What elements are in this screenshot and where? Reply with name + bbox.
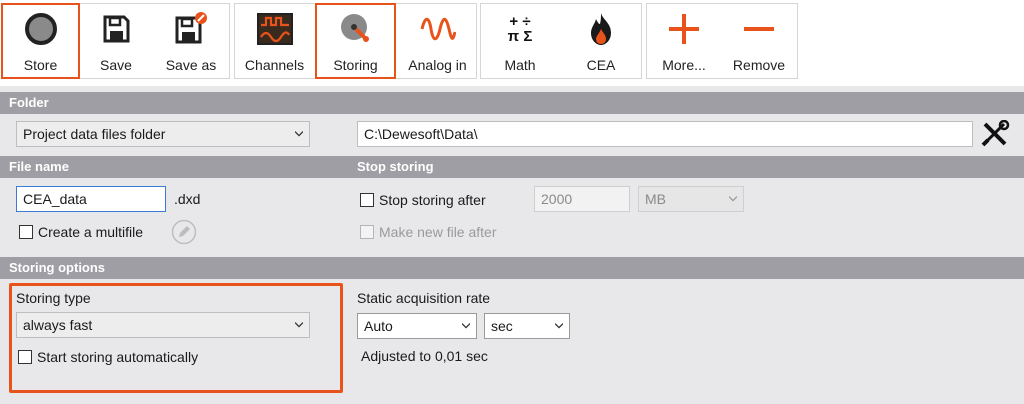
math-glyphs-bottom: π Σ: [507, 28, 533, 45]
storing-type-select[interactable]: always fast: [16, 312, 310, 338]
floppy-disk-icon: [96, 9, 136, 49]
folder-header-label: Folder: [9, 95, 49, 110]
channels-button[interactable]: Channels: [236, 3, 313, 79]
auto-start-label: Start storing automatically: [37, 349, 199, 365]
edit-pencil-icon[interactable]: [171, 219, 197, 245]
storing-options-section-header: Storing options: [0, 257, 1024, 279]
file-name-value: CEA_data: [23, 191, 87, 207]
storing-options-header-label: Storing options: [9, 260, 106, 275]
more-button[interactable]: More...: [648, 3, 720, 79]
record-icon: [21, 9, 61, 49]
stop-storing-after-checkbox[interactable]: [360, 193, 374, 207]
save-as-label: Save as: [165, 57, 217, 73]
ribbon-toolbar: Store Save Save as Channels Storing Anal…: [0, 0, 1024, 86]
folder-section-header: Folder: [0, 92, 1024, 114]
acquisition-rate-label: Static acquisition rate: [357, 290, 491, 306]
storing-label: Storing: [333, 57, 378, 73]
sine-wave-icon: [418, 9, 458, 49]
file-name-header-label: File name: [9, 159, 69, 174]
channels-icon: [255, 9, 295, 49]
acquisition-rate-value: Auto: [364, 318, 393, 334]
minus-icon: [739, 9, 779, 49]
remove-label: Remove: [732, 57, 786, 73]
folder-path-input[interactable]: C:\Dewesoft\Data\: [357, 121, 973, 147]
storing-type-label: Storing type: [16, 290, 91, 306]
remove-button[interactable]: Remove: [722, 3, 796, 79]
flame-icon: [581, 9, 621, 49]
channels-label: Channels: [244, 57, 305, 73]
stop-unit-select[interactable]: MB: [638, 186, 744, 212]
chevron-down-icon: [295, 131, 303, 137]
make-new-file-checkbox[interactable]: [360, 225, 374, 239]
save-as-icon: [171, 9, 211, 49]
store-button[interactable]: Store: [1, 3, 80, 79]
math-icon: + ÷ π Σ: [500, 9, 540, 49]
analog-in-label: Analog in: [408, 57, 467, 73]
save-button[interactable]: Save: [80, 3, 152, 79]
disk-storage-icon: [336, 9, 376, 49]
folder-section: Project data files folder C:\Dewesoft\Da…: [0, 114, 1024, 156]
storing-type-value: always fast: [23, 317, 93, 333]
cea-label: CEA: [586, 57, 616, 73]
cea-button[interactable]: CEA: [562, 3, 640, 79]
folder-location-value: Project data files folder: [23, 126, 166, 142]
storing-options-section: Storing type always fast Start storing a…: [0, 279, 1024, 404]
acquisition-unit-value: sec: [491, 318, 513, 334]
save-as-button[interactable]: Save as: [152, 3, 230, 79]
folder-path-value: C:\Dewesoft\Data\: [364, 126, 478, 142]
more-label: More...: [662, 57, 706, 73]
analog-in-button[interactable]: Analog in: [398, 3, 477, 79]
create-multifile-label: Create a multifile: [38, 224, 144, 240]
stop-amount-input[interactable]: 2000: [534, 186, 630, 212]
make-new-file-label: Make new file after: [379, 224, 497, 240]
folder-location-select[interactable]: Project data files folder: [16, 121, 310, 147]
stop-storing-after-label: Stop storing after: [379, 192, 486, 208]
chevron-down-icon: [729, 196, 737, 202]
chevron-down-icon: [555, 323, 563, 329]
save-label: Save: [100, 57, 132, 73]
tools-icon[interactable]: [980, 119, 1010, 148]
file-name-input[interactable]: CEA_data: [16, 186, 166, 212]
math-glyphs-top: + ÷: [509, 13, 531, 30]
adjusted-rate-text: Adjusted to 0,01 sec: [361, 348, 488, 364]
store-label: Store: [23, 57, 58, 73]
plus-icon: [664, 9, 704, 49]
auto-start-checkbox[interactable]: [18, 350, 32, 364]
chevron-down-icon: [295, 322, 303, 328]
stop-storing-header-label: Stop storing: [357, 159, 434, 174]
math-label: Math: [504, 57, 536, 73]
file-name-section-header: File name Stop storing: [0, 156, 1024, 178]
stop-unit-value: MB: [645, 191, 666, 207]
chevron-down-icon: [462, 323, 470, 329]
math-button[interactable]: + ÷ π Σ Math: [482, 3, 558, 79]
storing-button[interactable]: Storing: [315, 3, 396, 79]
stop-amount-value: 2000: [541, 191, 573, 207]
acquisition-unit-select[interactable]: sec: [484, 313, 570, 339]
file-extension-label: .dxd: [174, 191, 201, 207]
acquisition-rate-select[interactable]: Auto: [357, 313, 477, 339]
create-multifile-checkbox[interactable]: [19, 225, 33, 239]
file-name-section: CEA_data .dxd Create a multifile Stop st…: [0, 178, 1024, 256]
